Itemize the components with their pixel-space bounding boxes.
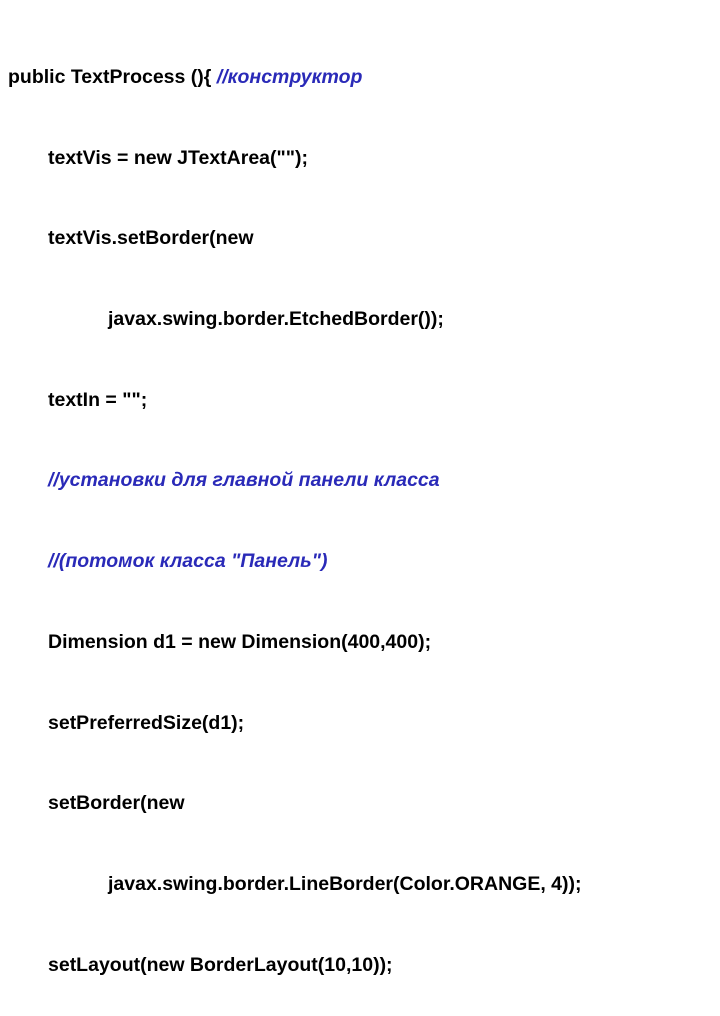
code-comment-line-7: //(потомок класса "Панель") [8,548,712,575]
code-line-10: setBorder(new [8,790,712,817]
code-comment: //конструктор [217,66,363,88]
code-line-8: Dimension d1 = new Dimension(400,400); [8,629,712,656]
code-text: public TextProcess (){ [8,66,217,88]
code-line-12: setLayout(new BorderLayout(10,10)); [8,952,712,979]
code-snippet: public TextProcess (){ //конструктор tex… [0,0,720,1016]
code-line-11: javax.swing.border.LineBorder(Color.ORAN… [8,871,712,898]
code-line-9: setPreferredSize(d1); [8,710,712,737]
code-line-4: javax.swing.border.EtchedBorder()); [8,306,712,333]
code-line-3: textVis.setBorder(new [8,225,712,252]
code-line-5: textIn = ""; [8,387,712,414]
code-line-2: textVis = new JTextArea(""); [8,145,712,172]
code-line-1: public TextProcess (){ //конструктор [8,64,712,91]
code-comment-line-6: //установки для главной панели класса [8,467,712,494]
